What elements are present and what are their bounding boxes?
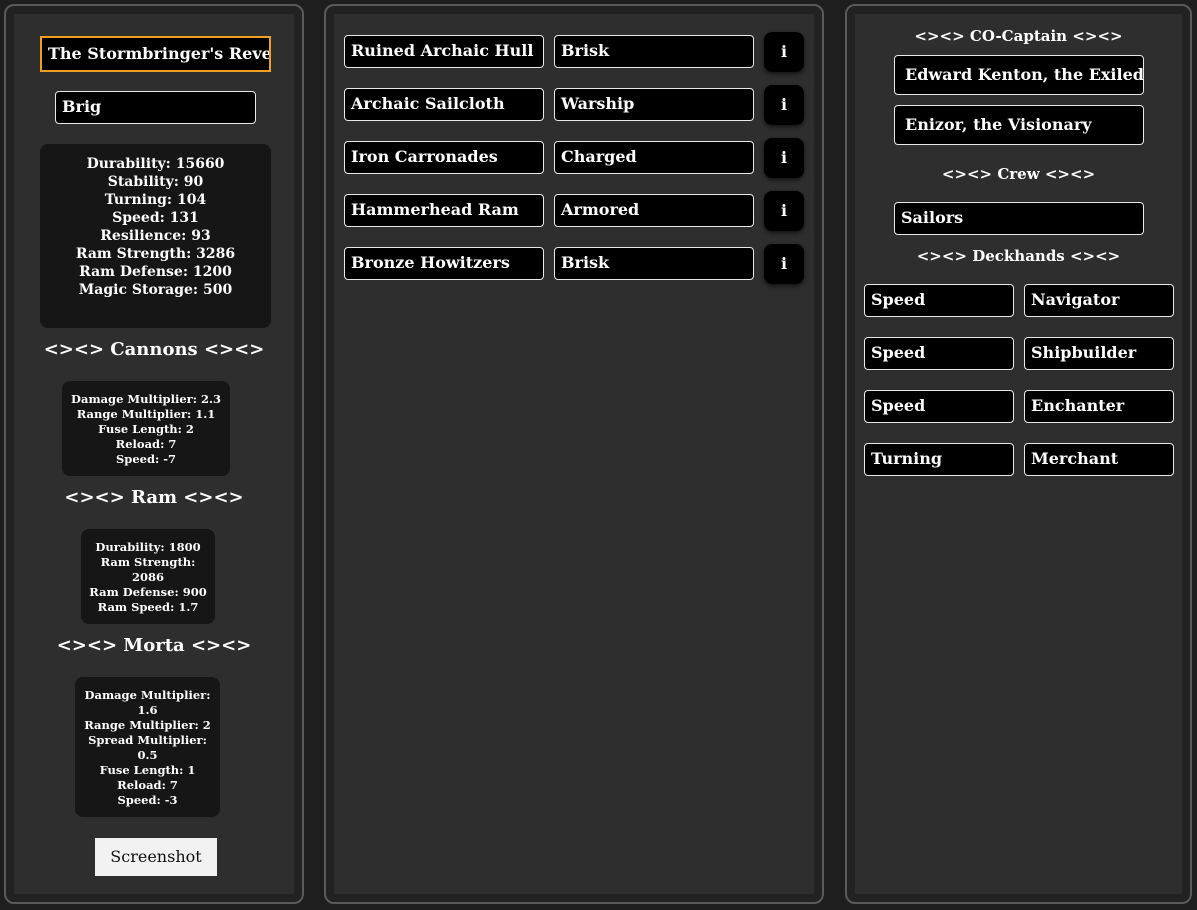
modifier-select[interactable]: Warship [554, 88, 754, 121]
part-select[interactable]: Bronze Howitzers [344, 247, 544, 280]
ship-stat: Speed: 131 [112, 210, 199, 226]
modifier-select[interactable]: Brisk [554, 35, 754, 68]
part-select[interactable]: Ruined Archaic Hull [344, 35, 544, 68]
co-captain-select[interactable]: Enizor, the Visionary [894, 105, 1144, 145]
info-button[interactable]: i [764, 138, 804, 178]
ram-stat: 2086 [131, 570, 164, 584]
crew-heading: <><> Crew <><> [941, 165, 1096, 183]
modifier-select[interactable]: Brisk [554, 247, 754, 280]
crew-panel: <><> CO-Captain <><> Edward Kenton, the … [845, 4, 1192, 904]
ram-stat: Ram Defense: 900 [89, 585, 207, 599]
cannons-heading: <><> Cannons <><> [43, 339, 265, 360]
ship-name-field[interactable]: The Stormbringer's Revenge [40, 36, 271, 72]
cannon-stat: Range Multiplier: 1.1 [76, 407, 216, 421]
ship-stat: Ram Defense: 1200 [79, 264, 232, 280]
morta-stats-box: Damage Multiplier: 1.6 Range Multiplier:… [75, 677, 220, 817]
ram-stat: Ram Strength: [100, 555, 196, 569]
morta-stat: 0.5 [137, 748, 158, 762]
part-select[interactable]: Archaic Sailcloth [344, 88, 544, 121]
modifier-select[interactable]: Charged [554, 141, 754, 174]
cannon-stat: Fuse Length: 2 [98, 422, 194, 436]
ram-stat: Durability: 1800 [95, 540, 201, 554]
info-button[interactable]: i [764, 244, 804, 284]
morta-stat: Range Multiplier: 2 [84, 718, 211, 732]
info-button[interactable]: i [764, 85, 804, 125]
deckhands-heading: <><> Deckhands <><> [916, 247, 1121, 265]
ship-stats-box: Durability: 15660 Stability: 90 Turning:… [40, 144, 271, 328]
ram-heading: <><> Ram <><> [64, 487, 244, 508]
morta-stat: Reload: 7 [117, 778, 178, 792]
ship-stat: Durability: 15660 [86, 156, 225, 172]
screenshot-button[interactable]: Screenshot [95, 838, 217, 876]
cannon-stat: Reload: 7 [115, 437, 177, 451]
cannon-stat: Speed: -7 [115, 452, 177, 466]
co-captain-select[interactable]: Edward Kenton, the Exiled Captain [894, 55, 1144, 95]
ram-stats-box: Durability: 1800 Ram Strength: 2086 Ram … [81, 529, 215, 624]
cannons-stats-box: Damage Multiplier: 2.3 Range Multiplier:… [62, 381, 230, 476]
ship-stats-panel: The Stormbringer's Revenge Brig Durabili… [4, 4, 304, 904]
ship-stat: Resilience: 93 [100, 228, 211, 244]
part-select[interactable]: Iron Carronades [344, 141, 544, 174]
deckhand-stat-select[interactable]: Speed [864, 337, 1014, 370]
deckhand-role-select[interactable]: Merchant [1024, 443, 1174, 476]
part-select[interactable]: Hammerhead Ram [344, 194, 544, 227]
deckhand-role-select[interactable]: Navigator [1024, 284, 1174, 317]
deckhand-stat-select[interactable]: Speed [864, 284, 1014, 317]
ram-stat: Ram Speed: 1.7 [97, 600, 199, 614]
ship-stat: Turning: 104 [104, 192, 207, 208]
ship-stat: Stability: 90 [107, 174, 204, 190]
ship-type-select[interactable]: Brig [55, 91, 256, 124]
info-button[interactable]: i [764, 191, 804, 231]
deckhand-stat-select[interactable]: Turning [864, 443, 1014, 476]
info-button[interactable]: i [764, 32, 804, 72]
morta-stat: 1.6 [137, 703, 158, 717]
crew-select[interactable]: Sailors [894, 202, 1144, 235]
deckhand-stat-select[interactable]: Speed [864, 390, 1014, 423]
ship-stat: Magic Storage: 500 [78, 282, 233, 298]
morta-stat: Fuse Length: 1 [99, 763, 196, 777]
cannon-stat: Damage Multiplier: 2.3 [71, 392, 221, 406]
deckhand-role-select[interactable]: Shipbuilder [1024, 337, 1174, 370]
modifier-select[interactable]: Armored [554, 194, 754, 227]
morta-stat: Spread Multiplier: [88, 733, 207, 747]
co-captain-heading: <><> CO-Captain <><> [914, 27, 1123, 45]
deckhand-role-select[interactable]: Enchanter [1024, 390, 1174, 423]
ship-parts-panel: Ruined Archaic Hull Brisk i Archaic Sail… [324, 4, 824, 904]
morta-stat: Speed: -3 [117, 793, 178, 807]
morta-heading: <><> Morta <><> [56, 635, 252, 656]
ship-stat: Ram Strength: 3286 [75, 246, 236, 262]
morta-stat: Damage Multiplier: [84, 688, 211, 702]
